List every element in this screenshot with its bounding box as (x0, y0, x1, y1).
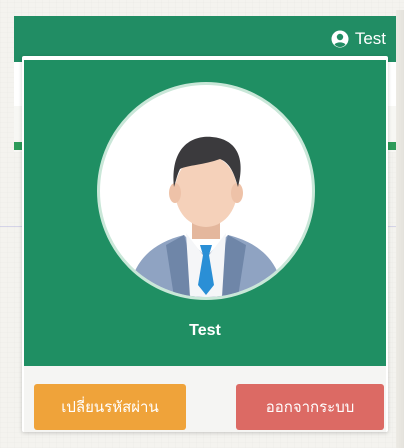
change-password-button[interactable]: เปลี่ยนรหัสผ่าน (34, 384, 186, 430)
user-circle-icon (331, 30, 349, 48)
page-edge (396, 10, 404, 448)
user-profile-header: Test (24, 60, 386, 366)
profile-name: Test (189, 322, 221, 339)
businessman-avatar-icon (128, 136, 284, 297)
logout-button[interactable]: ออกจากระบบ (236, 384, 384, 430)
user-menu-toggle[interactable]: Test (331, 26, 386, 52)
avatar (97, 82, 315, 300)
user-dropdown-footer: เปลี่ยนรหัสผ่าน ออกจากระบบ (24, 366, 386, 432)
user-dropdown-menu: Test เปลี่ยนรหัสผ่าน ออกจากระบบ (22, 56, 388, 432)
user-menu-name: Test (354, 29, 386, 48)
